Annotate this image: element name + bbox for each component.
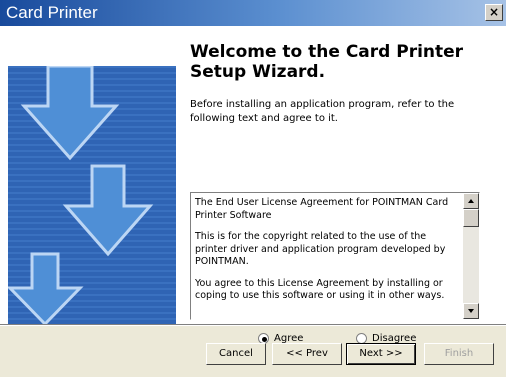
license-text: The End User License Agreement for POINT… [195, 197, 461, 312]
cancel-button[interactable]: Cancel [206, 343, 266, 365]
license-scrollbar[interactable] [463, 193, 479, 319]
license-paragraph: This is for the copyright related to the… [195, 231, 446, 267]
close-button[interactable]: × [485, 4, 503, 21]
setup-wizard-window: Card Printer × Welcome to the Card Print… [0, 0, 506, 377]
next-button[interactable]: Next >> [346, 343, 416, 365]
triangle-up-icon [468, 199, 474, 203]
radio-dot-icon [262, 337, 267, 342]
window-title: Card Printer [6, 3, 98, 22]
license-agreement-textbox[interactable]: The End User License Agreement for POINT… [190, 192, 480, 320]
scroll-up-button[interactable] [463, 193, 479, 209]
page-title-line1: Welcome to the Card Printer [190, 42, 464, 62]
license-paragraph: The End User License Agreement for POINT… [195, 197, 449, 221]
scroll-thumb[interactable] [463, 209, 479, 227]
triangle-down-icon [468, 309, 474, 313]
page-title-line2: Setup Wizard. [190, 62, 326, 82]
intro-text: Before installing an application program… [190, 99, 455, 124]
scroll-down-button[interactable] [463, 303, 479, 319]
title-bar[interactable]: Card Printer × [0, 0, 506, 26]
wizard-content: Welcome to the Card Printer Setup Wizard… [0, 26, 506, 344]
page-title: Welcome to the Card Printer Setup Wizard… [190, 42, 490, 82]
prev-button[interactable]: << Prev [272, 343, 342, 365]
wizard-banner-image [8, 66, 176, 324]
footer-divider [0, 324, 506, 326]
down-arrows-graphic [8, 66, 176, 324]
license-paragraph: You agree to this License Agreement by i… [195, 277, 445, 302]
finish-button[interactable]: Finish [424, 343, 494, 365]
